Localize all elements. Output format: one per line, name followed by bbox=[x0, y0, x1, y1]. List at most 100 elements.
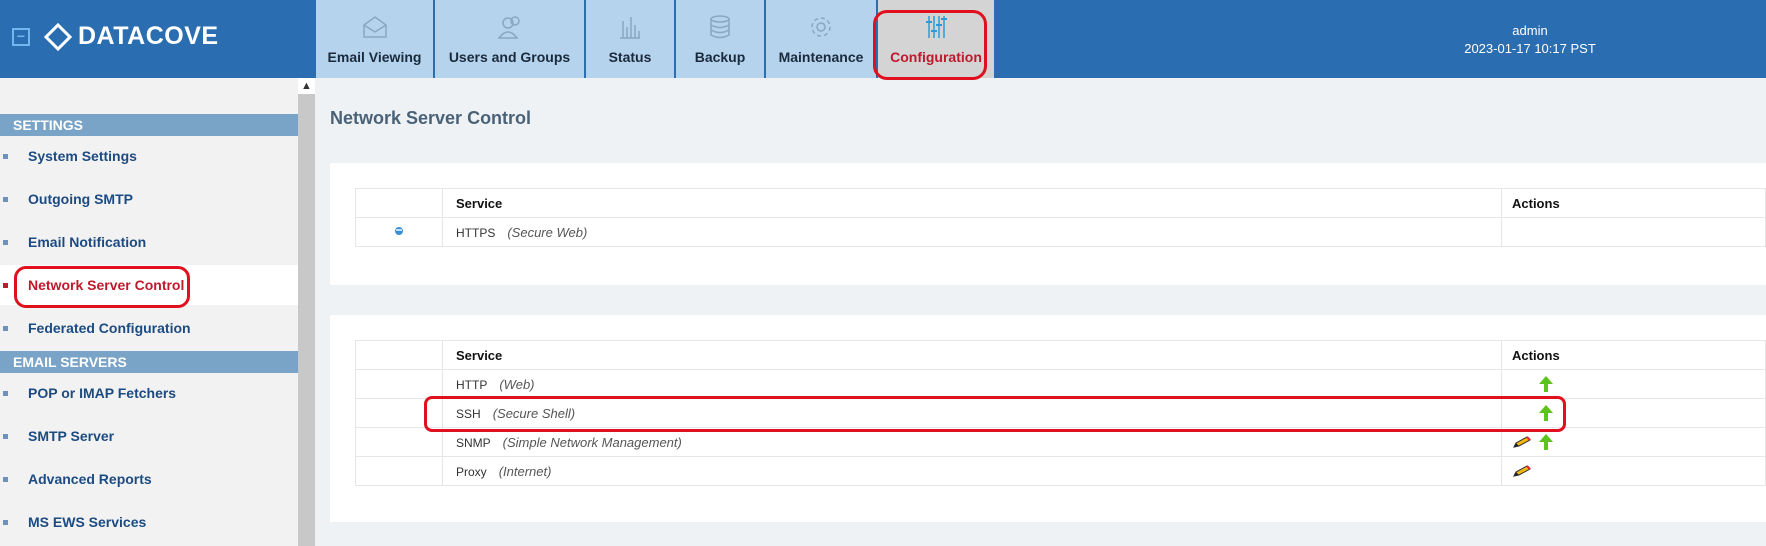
bar-chart-icon bbox=[620, 17, 640, 39]
actions-cell bbox=[1501, 398, 1766, 428]
table-row: Proxy (Internet) bbox=[355, 456, 1766, 486]
actions-cell bbox=[1501, 456, 1766, 486]
bullet-icon bbox=[3, 476, 8, 482]
service-description: (Internet) bbox=[498, 463, 552, 479]
actions-column-header: Actions bbox=[1501, 188, 1766, 218]
tab-label: Maintenance bbox=[778, 49, 864, 65]
sidebar-item-email-notification[interactable]: Email Notification bbox=[0, 222, 298, 262]
diamond-logo-icon bbox=[43, 22, 73, 51]
service-name: Proxy bbox=[456, 464, 487, 479]
service-column-header: Service bbox=[442, 188, 1502, 218]
table-header-row: Service Actions bbox=[355, 188, 1766, 218]
sidebar: SETTINGS System Settings Outgoing SMTP E… bbox=[0, 78, 298, 546]
sidebar-scrollbar[interactable] bbox=[298, 78, 315, 546]
sidebar-item-label: Federated Configuration bbox=[28, 320, 191, 336]
tab-label: Email Viewing bbox=[327, 49, 422, 65]
secure-services-panel: Service Actions HTTPS (Secure Web) bbox=[330, 163, 1766, 285]
tab-email-viewing[interactable]: Email Viewing bbox=[316, 0, 433, 78]
tab-configuration[interactable]: Configuration bbox=[878, 0, 994, 78]
tab-label: Backup bbox=[694, 49, 746, 65]
service-description: (Simple Network Management) bbox=[502, 434, 682, 450]
bullet-icon bbox=[3, 390, 8, 396]
service-name: HTTP bbox=[456, 377, 488, 392]
bullet-icon bbox=[3, 239, 8, 245]
tab-status[interactable]: Status bbox=[586, 0, 674, 78]
page-title: Network Server Control bbox=[330, 108, 532, 128]
app-name: DATACOVE bbox=[78, 22, 219, 50]
gear-icon bbox=[811, 17, 831, 37]
table-row: HTTP (Web) bbox=[355, 369, 1766, 399]
user-info: admin 2023-01-17 10:17 PST bbox=[1440, 22, 1620, 58]
envelope-icon bbox=[362, 16, 387, 38]
users-icon bbox=[496, 16, 520, 39]
actions-cell bbox=[1501, 369, 1766, 399]
service-name: SNMP bbox=[456, 435, 491, 450]
sidebar-item-label: Email Notification bbox=[28, 234, 147, 250]
actions-column-header: Actions bbox=[1501, 340, 1766, 370]
table-row: SSH (Secure Shell) bbox=[355, 398, 1766, 428]
username: admin bbox=[1512, 23, 1548, 38]
tab-backup[interactable]: Backup bbox=[676, 0, 764, 78]
server-status-icon bbox=[395, 227, 403, 235]
service-cell: Proxy (Internet) bbox=[442, 456, 1502, 486]
bullet-icon bbox=[3, 153, 8, 159]
sidebar-item-label: Network Server Control bbox=[28, 277, 185, 293]
sidebar-item-label: System Settings bbox=[28, 148, 137, 164]
sidebar-item-advanced-reports[interactable]: Advanced Reports bbox=[0, 459, 298, 499]
service-name: SSH bbox=[456, 406, 481, 421]
start-arrow-icon[interactable] bbox=[1538, 375, 1554, 393]
start-arrow-icon[interactable] bbox=[1538, 433, 1554, 451]
tab-label: Users and Groups bbox=[448, 49, 571, 65]
tab-label: Status bbox=[608, 49, 652, 65]
bullet-icon bbox=[3, 519, 8, 525]
service-description: (Secure Web) bbox=[507, 224, 588, 240]
tab-users-and-groups[interactable]: Users and Groups bbox=[435, 0, 584, 78]
sidebar-item-pop-imap-fetchers[interactable]: POP or IMAP Fetchers bbox=[0, 373, 298, 413]
service-name: HTTPS bbox=[456, 225, 496, 240]
status-column-header bbox=[355, 188, 443, 218]
sidebar-item-ms-ews-services[interactable]: MS EWS Services bbox=[0, 502, 298, 542]
status-column-header bbox=[355, 340, 443, 370]
services-panel: Service Actions HTTP (Web) SSH (Secure She… bbox=[330, 315, 1766, 522]
top-header: − DATACOVE Email Viewing Users and Group… bbox=[0, 0, 1766, 78]
edit-pencil-icon[interactable] bbox=[1512, 435, 1532, 449]
sidebar-item-outgoing-smtp[interactable]: Outgoing SMTP bbox=[0, 179, 298, 219]
sidebar-item-federated-configuration[interactable]: Federated Configuration bbox=[0, 308, 298, 348]
tab-maintenance[interactable]: Maintenance bbox=[766, 0, 876, 78]
bullet-icon bbox=[3, 433, 8, 439]
sidebar-item-label: POP or IMAP Fetchers bbox=[28, 385, 177, 401]
sidebar-item-smtp-server[interactable]: SMTP Server bbox=[0, 416, 298, 456]
service-column-header: Service bbox=[442, 340, 1502, 370]
database-icon bbox=[710, 15, 730, 39]
service-cell: HTTP (Web) bbox=[442, 369, 1502, 399]
edit-pencil-icon[interactable] bbox=[1512, 464, 1532, 478]
sidebar-item-label: Advanced Reports bbox=[28, 471, 152, 487]
service-description: (Secure Shell) bbox=[492, 405, 576, 421]
tab-label: Configuration bbox=[890, 49, 982, 65]
sidebar-item-label: Outgoing SMTP bbox=[28, 191, 133, 207]
service-cell: HTTPS (Secure Web) bbox=[442, 217, 1502, 247]
table-row: SNMP (Simple Network Management) bbox=[355, 427, 1766, 457]
sliders-icon bbox=[926, 16, 947, 38]
main-nav: Email Viewing Users and Groups Status Ba… bbox=[316, 0, 996, 78]
logo: − DATACOVE bbox=[12, 22, 219, 51]
actions-cell bbox=[1501, 217, 1766, 247]
start-arrow-icon[interactable] bbox=[1538, 404, 1554, 422]
service-description: (Web) bbox=[499, 376, 535, 392]
sidebar-section-email-servers: EMAIL SERVERS bbox=[0, 351, 298, 373]
services-table: Service Actions HTTP (Web) SSH (Secure She… bbox=[355, 340, 1766, 486]
sidebar-item-label: MS EWS Services bbox=[28, 514, 147, 530]
service-cell: SSH (Secure Shell) bbox=[442, 398, 1502, 428]
current-datetime: 2023-01-17 10:17 PST bbox=[1464, 41, 1596, 56]
sidebar-item-label: SMTP Server bbox=[28, 428, 115, 444]
scroll-up-arrow-icon[interactable]: ▲ bbox=[298, 78, 315, 94]
bullet-icon bbox=[3, 282, 8, 288]
table-header-row: Service Actions bbox=[355, 340, 1766, 370]
collapse-toggle-icon[interactable]: − bbox=[12, 27, 30, 46]
service-cell: SNMP (Simple Network Management) bbox=[442, 427, 1502, 457]
sidebar-item-network-server-control[interactable]: Network Server Control bbox=[0, 265, 298, 305]
secure-services-table: Service Actions HTTPS (Secure Web) bbox=[355, 188, 1766, 247]
bullet-icon bbox=[3, 325, 8, 331]
sidebar-item-system-settings[interactable]: System Settings bbox=[0, 136, 298, 176]
sidebar-section-settings: SETTINGS bbox=[0, 114, 298, 136]
